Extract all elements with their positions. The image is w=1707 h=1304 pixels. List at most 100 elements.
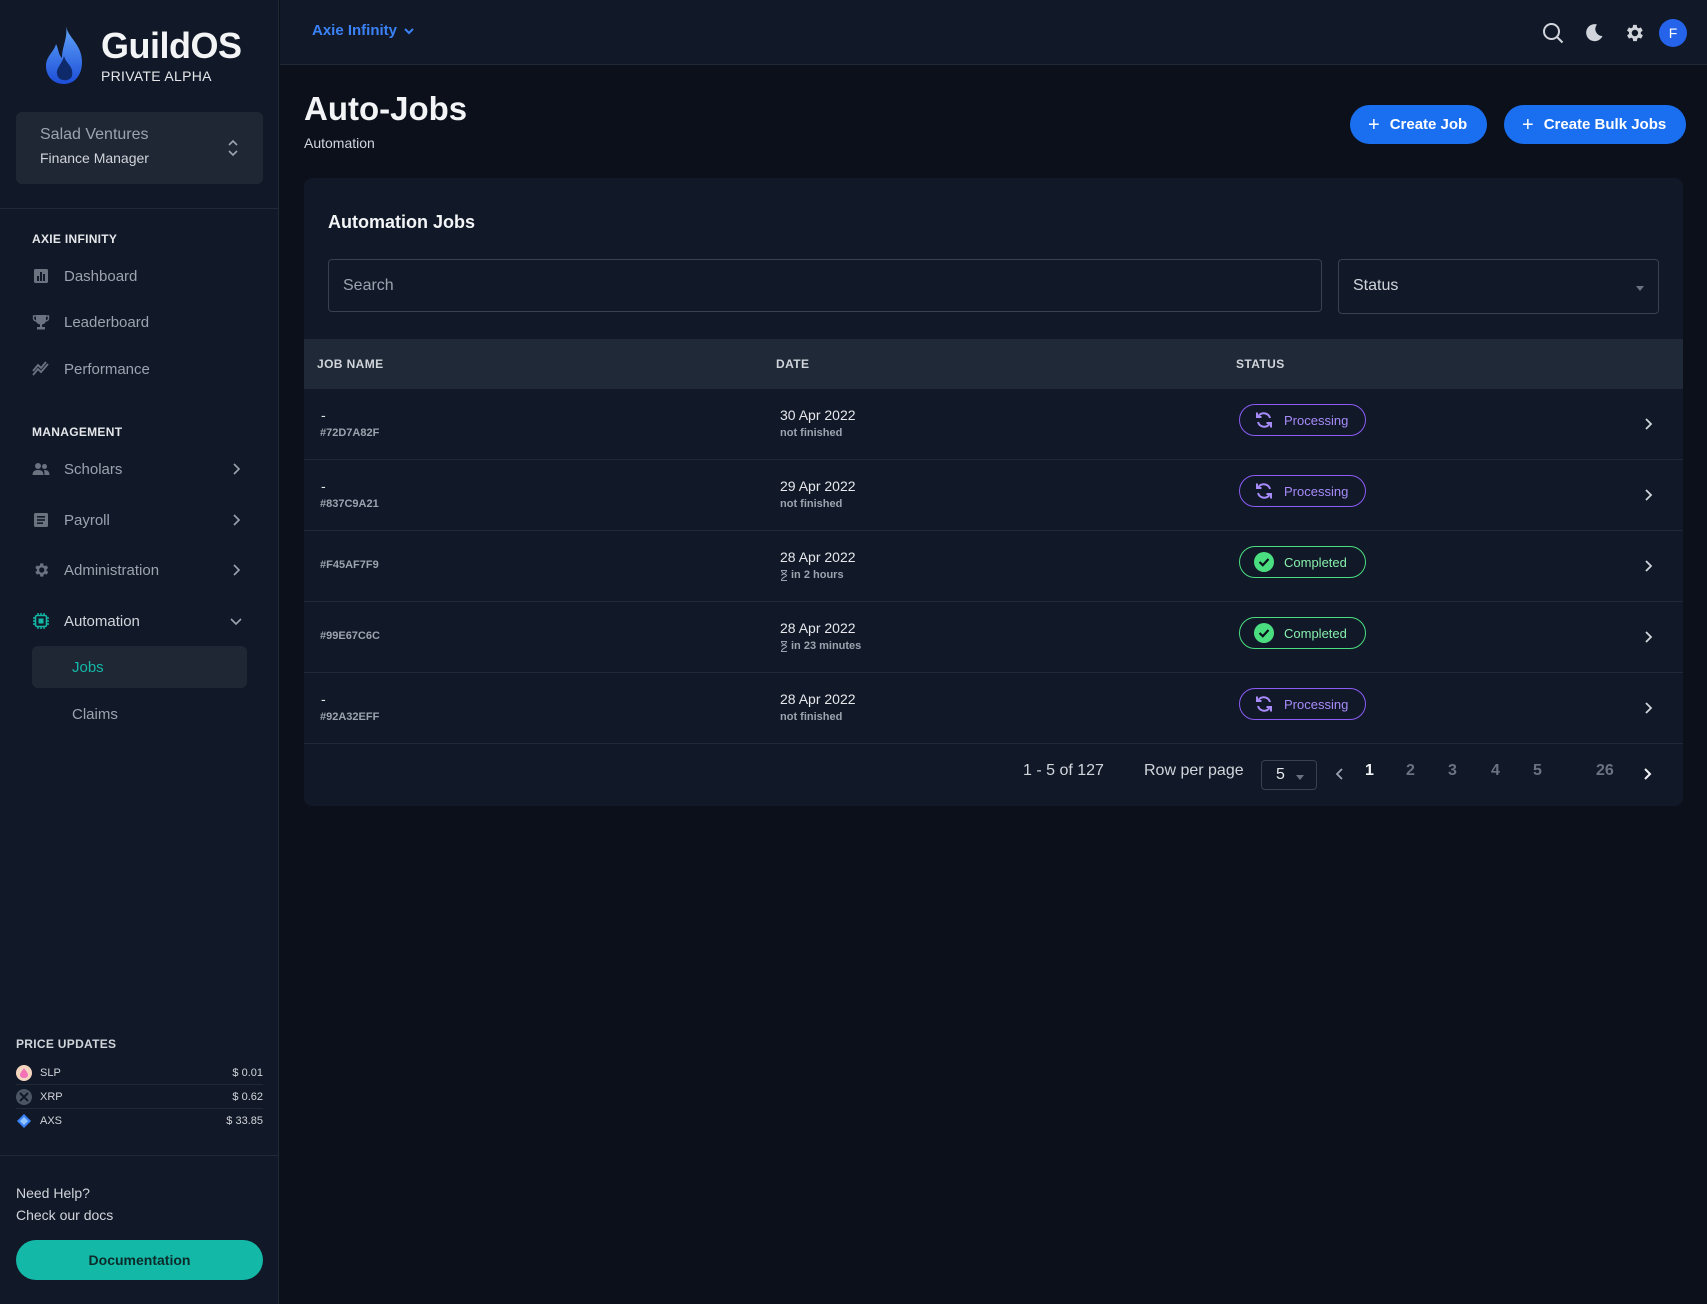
job-date-sub-text: not finished [780, 427, 843, 439]
chevron-right-icon [1645, 489, 1653, 501]
sidebar-item-dashboard[interactable]: Dashboard [32, 261, 247, 291]
table-row[interactable]: #F45AF7F9 28 Apr 2022 in 2 hours Completed [304, 531, 1683, 602]
check-circle-icon [1254, 623, 1274, 643]
job-date: 30 Apr 2022 [780, 407, 856, 423]
plus-icon: + [1522, 113, 1534, 136]
job-id: #72D7A82F [320, 427, 380, 439]
sidebar-subitem-jobs[interactable]: Jobs [32, 646, 247, 688]
rows-per-page-select[interactable]: 5 [1261, 760, 1317, 790]
refresh-icon [1256, 483, 1272, 499]
sidebar-item-leaderboard[interactable]: Leaderboard [32, 307, 247, 337]
price-value: $ 33.85 [226, 1115, 263, 1127]
slp-coin-icon [16, 1064, 32, 1081]
card-title: Automation Jobs [328, 212, 475, 232]
caret-down-icon [1296, 775, 1304, 780]
job-id: #F45AF7F9 [320, 559, 379, 571]
automation-jobs-card: Automation Jobs Status JOB NAME DATE STA… [304, 178, 1683, 806]
refresh-icon [1256, 412, 1272, 428]
sidebar-subitem-claims[interactable]: Claims [32, 693, 247, 735]
hourglass-icon [781, 569, 788, 581]
page-subtitle: Automation [304, 135, 375, 151]
help-text: Need Help? Check our docs [16, 1182, 113, 1226]
page-1[interactable]: 1 [1365, 762, 1374, 780]
help-line-2: Check our docs [16, 1207, 114, 1223]
chevron-up-down-icon [228, 139, 238, 157]
create-job-button[interactable]: + Create Job [1350, 105, 1488, 144]
create-bulk-jobs-label: Create Bulk Jobs [1543, 116, 1667, 133]
chevron-right-icon [233, 564, 241, 576]
gear-icon [32, 561, 50, 579]
caret-down-icon [1636, 286, 1644, 291]
sidebar-item-automation[interactable]: Automation [32, 606, 247, 636]
status-badge-label: Completed [1284, 625, 1347, 641]
pagination-range: 1 - 5 of 127 [1023, 762, 1104, 779]
sidebar-divider [0, 208, 279, 209]
create-bulk-jobs-button[interactable]: + Create Bulk Jobs [1504, 105, 1687, 144]
settings-button[interactable] [1621, 20, 1647, 46]
chevron-right-icon[interactable] [1640, 767, 1654, 781]
refresh-icon [1256, 696, 1272, 712]
hourglass-icon [781, 640, 788, 652]
sidebar-item-administration[interactable]: Administration [32, 555, 247, 585]
brand-logo[interactable]: GuildOS PRIVATE ALPHA [44, 26, 242, 86]
table-row[interactable]: #99E67C6C 28 Apr 2022 in 23 minutes Complet… [304, 602, 1683, 673]
sidebar-divider [0, 1155, 279, 1156]
status-badge-label: Completed [1284, 554, 1347, 570]
brand-subtitle: PRIVATE ALPHA [101, 68, 212, 84]
nav-section-management: MANAGEMENT [32, 425, 123, 439]
status-filter-select[interactable]: Status [1338, 259, 1659, 314]
sidebar: GuildOS PRIVATE ALPHA Salad Ventures Fin… [0, 0, 279, 1304]
chevron-right-icon [1645, 418, 1653, 430]
table-row[interactable]: - #72D7A82F 30 Apr 2022 not finished Process… [304, 389, 1683, 460]
plus-icon: + [1368, 113, 1380, 136]
cpu-chip-icon [32, 612, 50, 630]
flame-logo-icon [46, 26, 82, 84]
user-avatar[interactable]: F [1659, 19, 1687, 47]
page-4[interactable]: 4 [1491, 762, 1500, 780]
price-value: $ 0.62 [232, 1090, 263, 1103]
price-value: $ 0.01 [232, 1066, 263, 1079]
chevron-right-icon [1645, 631, 1653, 643]
job-date-sub: in 23 minutes [780, 640, 861, 652]
chart-bar-icon [32, 267, 50, 285]
status-badge: Processing [1239, 475, 1366, 507]
game-selector[interactable]: Axie Infinity [312, 22, 415, 39]
xrp-coin-icon [16, 1088, 32, 1105]
page-5[interactable]: 5 [1533, 762, 1542, 780]
job-id: #92A32EFF [320, 711, 380, 723]
top-bar: Axie Infinity F [280, 0, 1707, 65]
sidebar-item-label: Administration [64, 561, 160, 579]
search-button[interactable] [1540, 20, 1566, 46]
table-row[interactable]: - #92A32EFF 28 Apr 2022 not finished Process… [304, 673, 1683, 744]
chevron-left-icon[interactable] [1333, 767, 1347, 781]
sidebar-item-performance[interactable]: Performance [32, 354, 247, 384]
brand-title: GuildOS [101, 25, 242, 66]
search-icon [1543, 23, 1564, 44]
job-id: #837C9A21 [320, 498, 379, 510]
theme-toggle[interactable] [1581, 20, 1607, 46]
page-2[interactable]: 2 [1406, 762, 1415, 780]
game-selector-label: Axie Infinity [312, 22, 398, 39]
page-3[interactable]: 3 [1448, 762, 1457, 780]
axs-coin-icon [16, 1113, 32, 1129]
sidebar-item-label: Dashboard [64, 267, 138, 285]
moon-icon [1586, 24, 1603, 42]
page-26[interactable]: 26 [1596, 762, 1614, 780]
search-input[interactable] [328, 259, 1322, 312]
chevron-right-icon [1645, 560, 1653, 572]
nav-section-axie: AXIE INFINITY [32, 232, 118, 246]
sidebar-item-payroll[interactable]: Payroll [32, 505, 247, 535]
sidebar-item-label: Leaderboard [64, 313, 150, 331]
chevron-down-icon [230, 618, 242, 626]
sidebar-item-label: Performance [64, 360, 150, 378]
price-row-axs: AXS $ 33.85 [16, 1109, 263, 1133]
documentation-button[interactable]: Documentation [16, 1240, 263, 1280]
job-date: 28 Apr 2022 [780, 691, 856, 707]
gear-icon [1627, 24, 1643, 42]
price-row-slp: SLP $ 0.01 [16, 1061, 263, 1085]
organization-switcher[interactable]: Salad Ventures Finance Manager [16, 112, 263, 184]
sidebar-item-scholars[interactable]: Scholars [32, 454, 247, 484]
table-row[interactable]: - #837C9A21 29 Apr 2022 not finished Process… [304, 460, 1683, 531]
create-job-label: Create Job [1389, 116, 1468, 133]
job-date-sub-text: in 2 hours [791, 569, 844, 581]
